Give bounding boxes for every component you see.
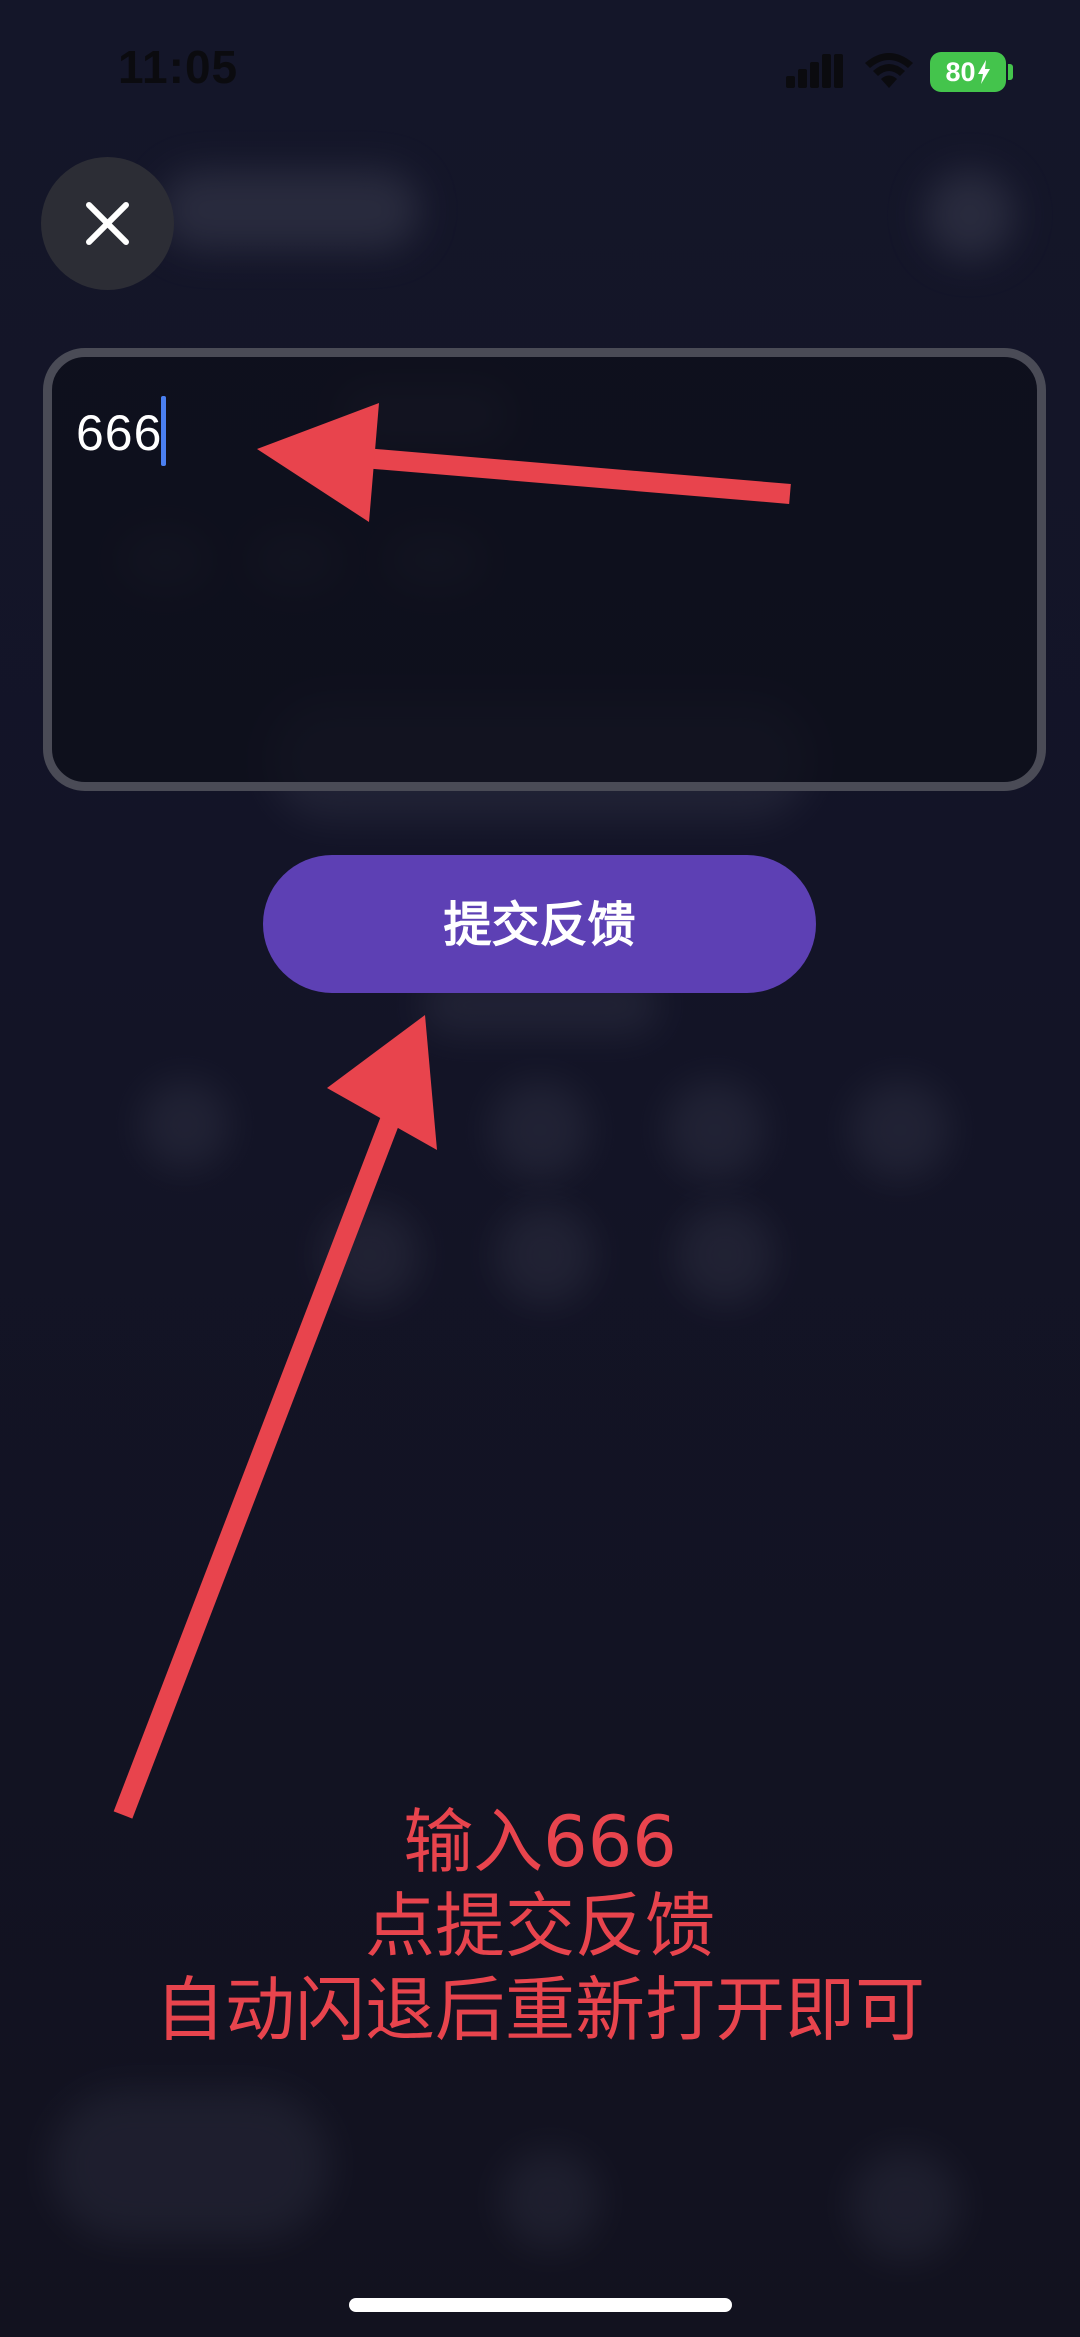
blurred-header-action bbox=[925, 170, 1015, 260]
annotation-line-1: 输入666 bbox=[403, 1801, 677, 1883]
home-indicator[interactable] bbox=[349, 2298, 732, 2312]
feedback-input-value: 666 bbox=[76, 405, 163, 461]
close-button[interactable] bbox=[41, 157, 174, 290]
text-caret bbox=[161, 396, 166, 466]
battery-tip bbox=[1008, 64, 1013, 80]
blurred-icon bbox=[140, 1080, 230, 1170]
wifi-icon bbox=[865, 53, 913, 88]
status-bar: 11:05 80 bbox=[0, 0, 1080, 140]
submit-feedback-button[interactable]: 提交反馈 bbox=[263, 855, 816, 993]
close-icon bbox=[86, 202, 129, 245]
blurred-bottom-content bbox=[50, 2090, 330, 2240]
feedback-input[interactable] bbox=[43, 348, 1046, 791]
blurred-bottom-content bbox=[500, 2150, 600, 2250]
annotation-line-3: 自动闪退后重新打开即可 bbox=[155, 1969, 925, 2051]
blurred-icon bbox=[320, 1205, 420, 1305]
annotation-line-2: 点提交反馈 bbox=[365, 1885, 715, 1967]
blurred-icon bbox=[675, 1205, 775, 1305]
annotation-text: 输入666 点提交反馈 自动闪退后重新打开即可 bbox=[0, 1800, 1080, 2052]
battery-level: 80 bbox=[945, 57, 976, 87]
blurred-icon bbox=[495, 1205, 595, 1305]
status-time: 11:05 bbox=[118, 41, 239, 93]
blurred-icon bbox=[490, 1080, 590, 1180]
blurred-bottom-content bbox=[850, 2150, 960, 2260]
signal-icon bbox=[786, 54, 843, 88]
blurred-icon bbox=[850, 1080, 950, 1180]
charging-bolt-icon bbox=[977, 60, 990, 84]
blurred-header-text bbox=[160, 170, 420, 250]
battery-icon: 80 bbox=[930, 52, 1006, 92]
blurred-icon bbox=[665, 1080, 765, 1180]
